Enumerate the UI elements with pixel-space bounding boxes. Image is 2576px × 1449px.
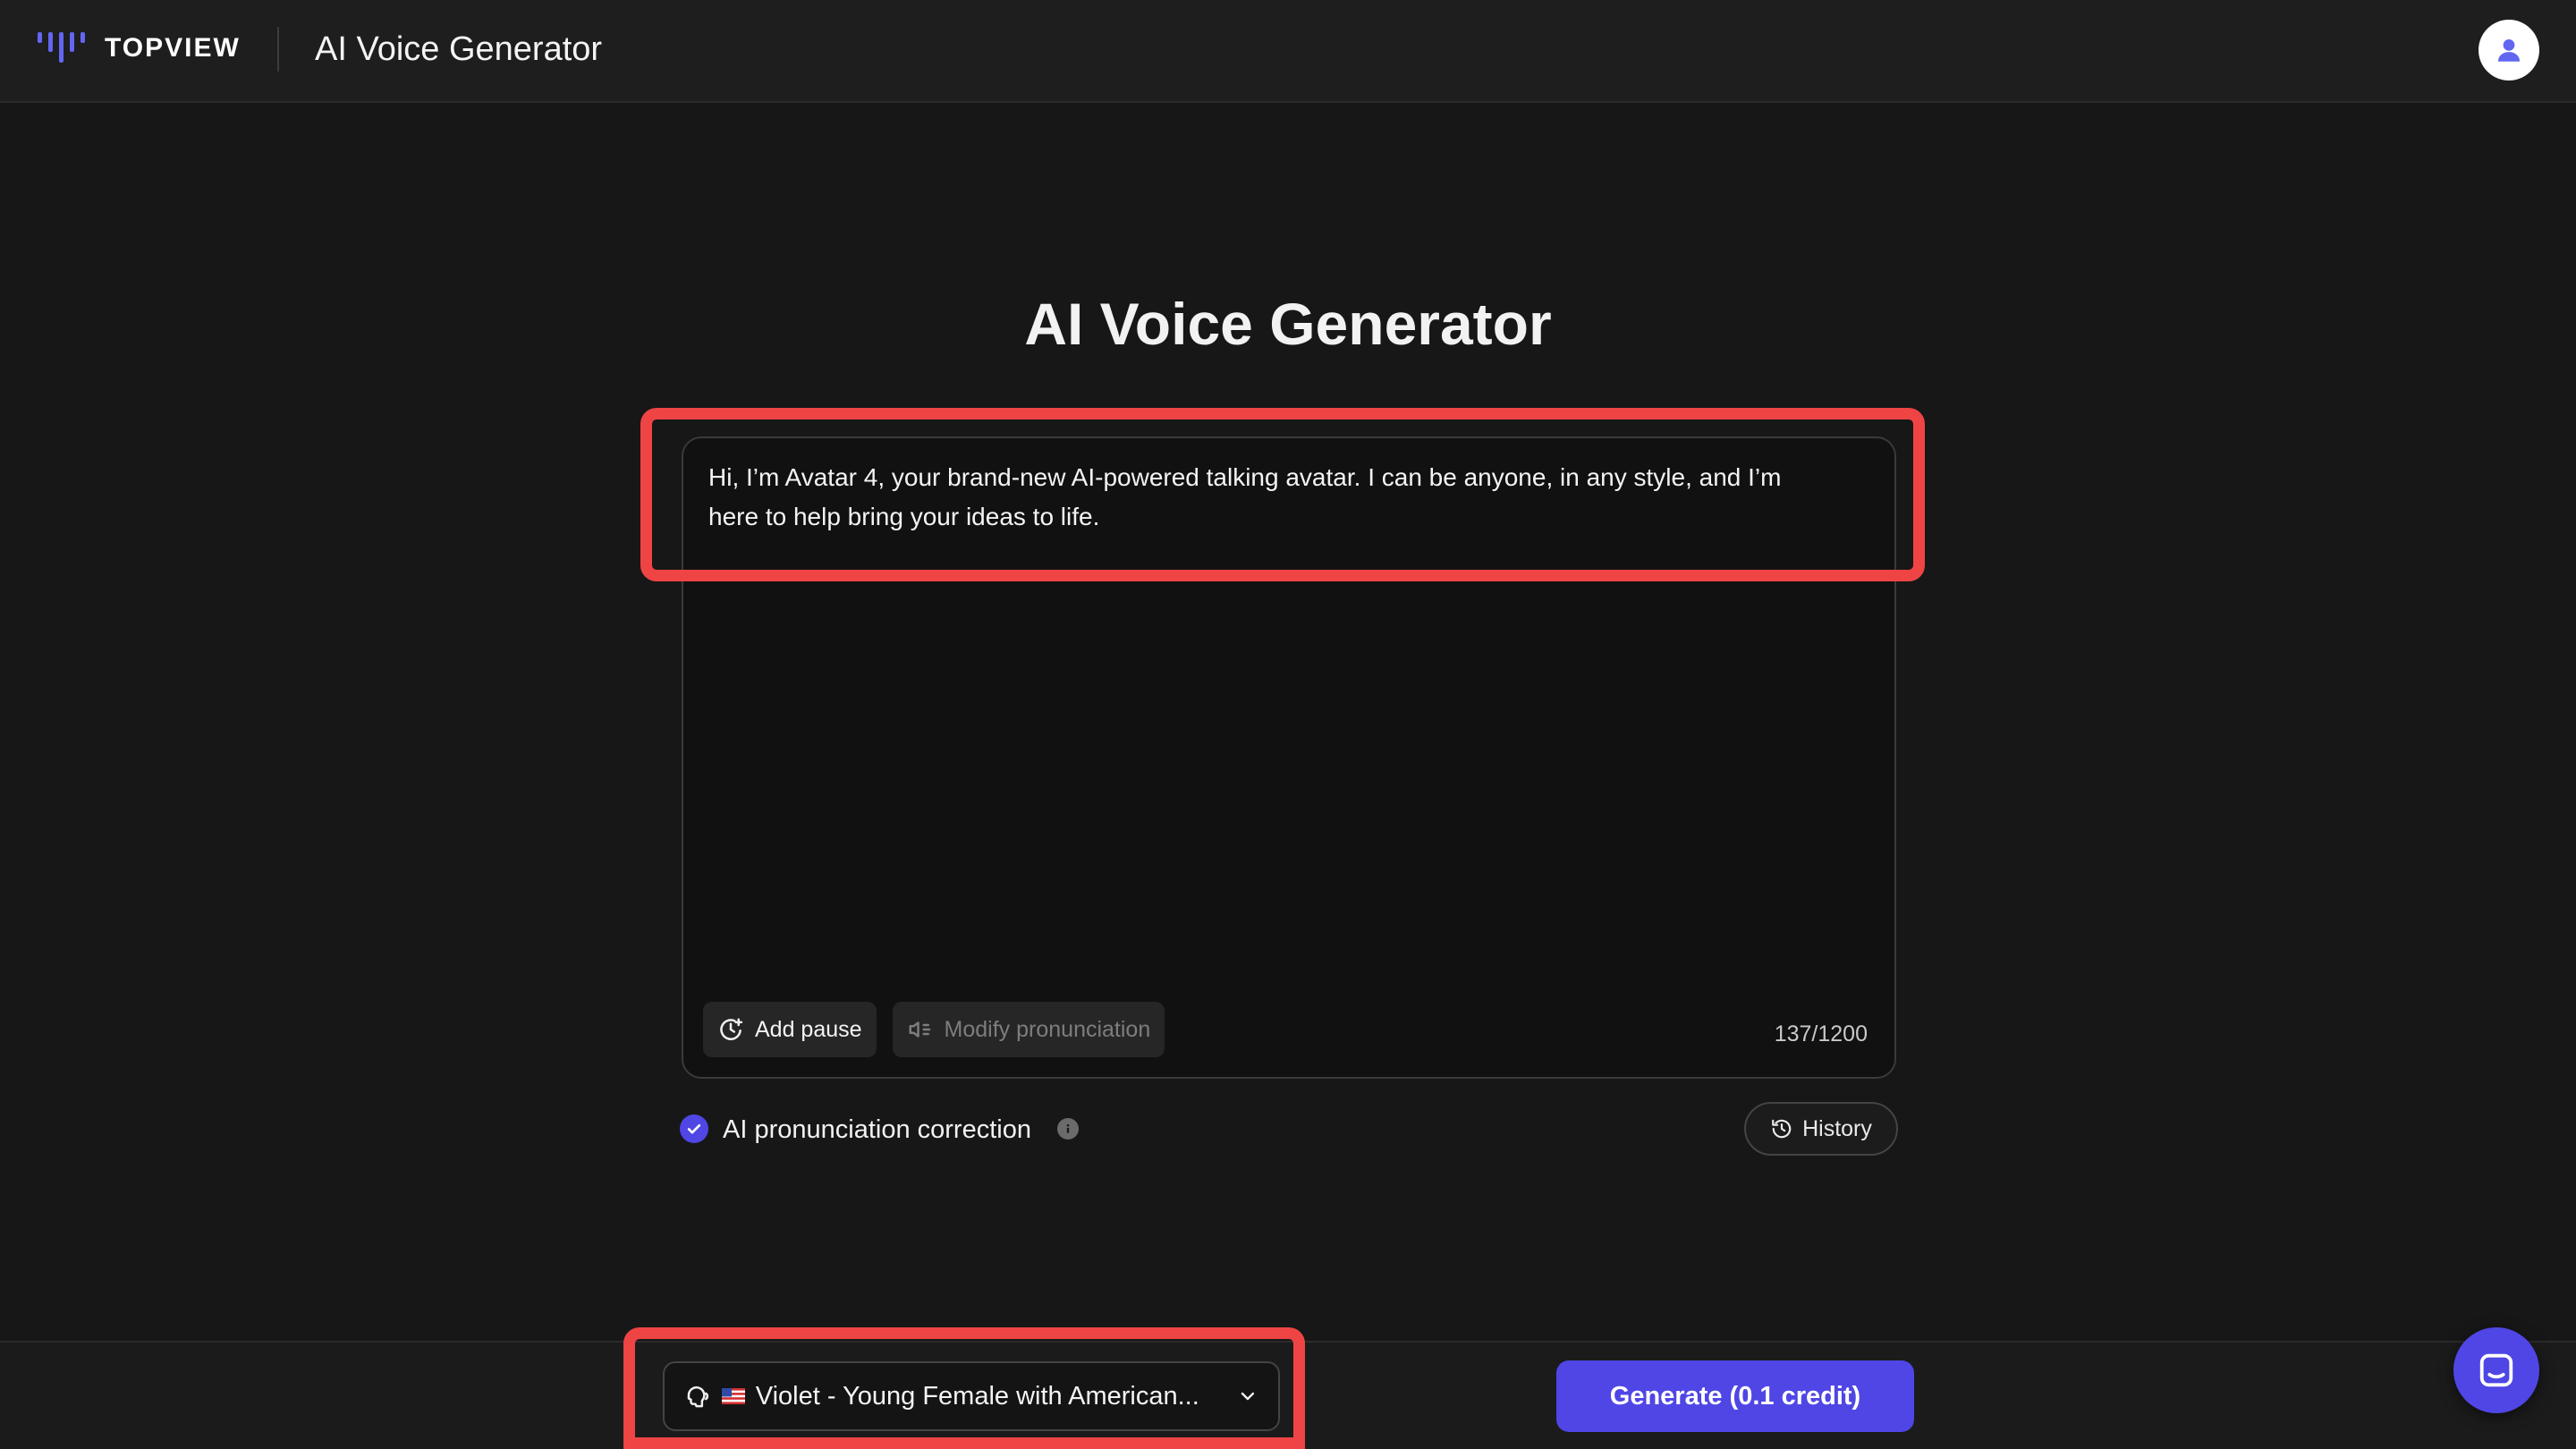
info-icon[interactable]	[1057, 1118, 1079, 1140]
user-icon	[2497, 38, 2521, 62]
check-icon	[687, 1123, 701, 1134]
options-row: AI pronunciation correction History	[680, 1102, 1898, 1157]
history-icon	[1772, 1119, 1792, 1139]
header-divider	[277, 27, 279, 72]
ai-correction-label: AI pronunciation correction	[723, 1115, 1031, 1144]
chat-icon	[2479, 1353, 2513, 1387]
speaker-wave-icon	[909, 1021, 930, 1038]
us-flag-icon	[721, 1388, 745, 1404]
add-pause-button[interactable]: Add pause	[703, 1002, 877, 1057]
ai-correction-checkbox[interactable]	[680, 1114, 708, 1143]
bottom-bar	[0, 1341, 2576, 1449]
script-editor[interactable]: Hi, I’m Avatar 4, your brand-new AI-powe…	[682, 436, 1896, 1079]
page-title: AI Voice Generator	[1024, 291, 1552, 357]
chat-support-button[interactable]	[2453, 1327, 2539, 1413]
top-bar: TOPVIEW AI Voice Generator	[0, 0, 2576, 103]
voice-head-icon	[687, 1386, 709, 1408]
chevron-down-icon	[1241, 1392, 1255, 1401]
clock-plus-icon	[720, 1018, 743, 1040]
script-textarea[interactable]: Hi, I’m Avatar 4, your brand-new AI-powe…	[708, 458, 1871, 537]
modify-pronunciation-button[interactable]: Modify pronunciation	[892, 1002, 1165, 1057]
voice-select[interactable]: Violet - Young Female with American...	[663, 1361, 1280, 1431]
header-title: AI Voice Generator	[315, 30, 603, 68]
modify-pronunciation-label: Modify pronunciation	[944, 1016, 1151, 1042]
editor-toolbar: Add pause Modify pronunciation	[703, 1002, 1165, 1057]
character-count: 137/1200	[1774, 1021, 1868, 1046]
user-avatar[interactable]	[2479, 20, 2539, 80]
brand-name[interactable]: TOPVIEW	[105, 30, 241, 66]
topview-logo-icon	[38, 32, 85, 63]
history-button[interactable]: History	[1744, 1102, 1898, 1156]
generate-button[interactable]: Generate (0.1 credit)	[1556, 1360, 1914, 1432]
history-label: History	[1802, 1115, 1872, 1141]
info-glyph-icon	[1066, 1123, 1070, 1133]
add-pause-label: Add pause	[755, 1016, 862, 1042]
voice-label: Violet - Young Female with American...	[755, 1381, 1199, 1411]
